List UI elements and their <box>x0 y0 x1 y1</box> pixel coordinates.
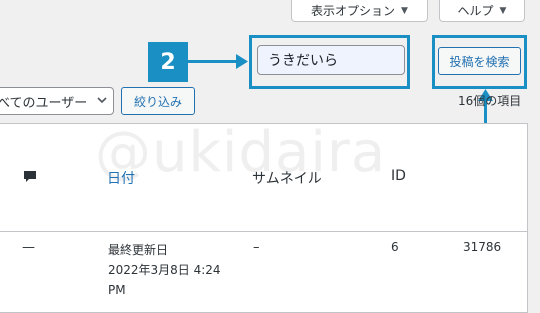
row-extra-value: 31786 <box>463 240 502 254</box>
row-comments-cell: — <box>22 240 35 255</box>
callout-2-number: 2 <box>160 49 176 75</box>
row-comments-value: — <box>22 240 35 255</box>
watermark: @ukidaira <box>95 120 386 185</box>
caret-down-icon: ▼ <box>499 5 507 16</box>
callout-2-arrow-line <box>188 60 238 63</box>
column-header-id-label: ID <box>391 168 406 184</box>
row-date-line1: 2022年3月8日 4:24 <box>108 263 221 277</box>
chevron-down-icon <box>97 95 107 108</box>
row-id-cell: 6 <box>391 240 399 254</box>
row-id-value: 6 <box>391 240 399 254</box>
watermark-text: @ukidaira <box>95 120 387 185</box>
search-input[interactable]: うきだいら <box>257 45 405 75</box>
arrow-right-icon <box>236 54 248 69</box>
user-filter-value: べてのユーザー <box>0 95 88 111</box>
user-filter-select[interactable]: べてのユーザー <box>0 87 114 115</box>
filter-button-label: 絞り込み <box>133 94 182 109</box>
row-thumbnail-value: – <box>253 240 260 255</box>
row-date-line2: PM <box>108 283 126 297</box>
help-button[interactable]: ヘルプ ▼ <box>439 0 525 22</box>
screen-options-button[interactable]: 表示オプション ▼ <box>291 0 428 22</box>
search-input-value: うきだいら <box>268 53 338 69</box>
comment-bubble-icon <box>24 171 36 182</box>
search-posts-button-label: 投稿を検索 <box>449 54 510 69</box>
item-count: 16個の項目 <box>458 92 521 109</box>
item-count-text: 16個の項目 <box>458 94 522 108</box>
row-date-cell: 最終更新日 2022年3月8日 4:24 PM <box>108 240 221 300</box>
row-date-status: 最終更新日 <box>108 243 169 257</box>
row-extra-cell: 31786 <box>463 240 501 254</box>
column-header-id: ID <box>391 168 406 184</box>
screen-options-label: 表示オプション <box>311 4 396 18</box>
row-thumbnail-cell: – <box>253 240 260 255</box>
column-header-date-label: 日付 <box>107 171 135 187</box>
column-header-thumbnail-label: サムネイル <box>252 171 322 187</box>
column-header-thumbnail: サムネイル <box>252 168 322 188</box>
search-posts-button[interactable]: 投稿を検索 <box>438 47 521 75</box>
caret-down-icon: ▼ <box>401 5 408 16</box>
help-label: ヘルプ <box>457 4 494 18</box>
filter-button[interactable]: 絞り込み <box>121 87 195 115</box>
callout-2-badge: 2 <box>148 42 188 82</box>
column-header-date[interactable]: 日付 <box>107 168 135 188</box>
